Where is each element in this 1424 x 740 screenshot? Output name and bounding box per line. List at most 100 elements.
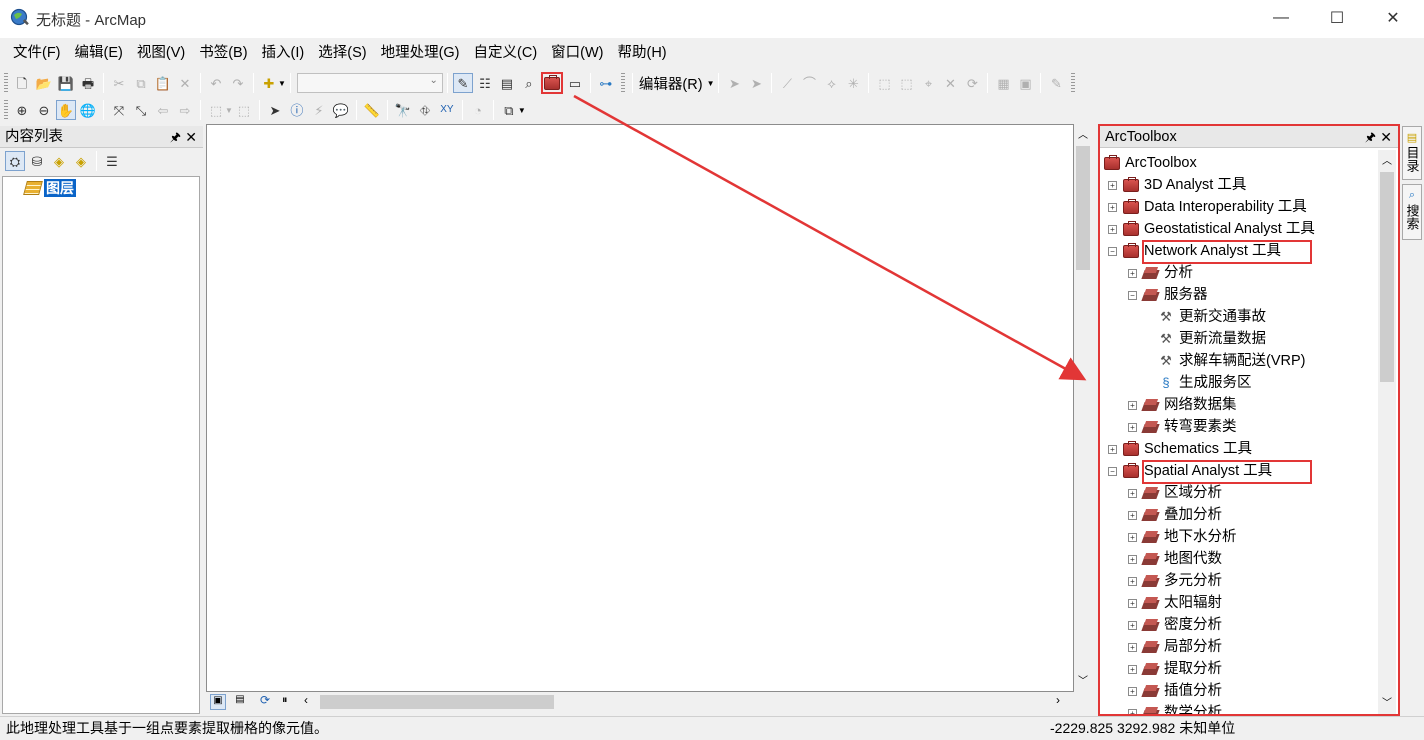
- toolset-item[interactable]: + 提取分析: [1128, 658, 1222, 680]
- identify-icon[interactable]: ⓘ: [287, 100, 307, 120]
- paste-icon[interactable]: 📋: [153, 73, 173, 93]
- rotate-icon[interactable]: ⟳: [962, 73, 982, 93]
- expand-icon[interactable]: +: [1108, 444, 1117, 454]
- modelbuilder-icon[interactable]: ⊶: [596, 73, 616, 93]
- scroll-down-icon[interactable]: ﹀: [1382, 694, 1392, 709]
- table-of-contents-icon[interactable]: ☷: [475, 73, 495, 93]
- expand-icon[interactable]: +: [1128, 576, 1137, 586]
- viewer-dropdown-icon[interactable]: ▼: [518, 106, 526, 115]
- split-icon[interactable]: ✕: [940, 73, 960, 93]
- edit-vertices-icon[interactable]: ⬚: [874, 73, 894, 93]
- maximize-button[interactable]: ☐: [1314, 0, 1360, 36]
- menu-geoprocessing[interactable]: 地理处理(G): [374, 41, 467, 65]
- add-data-dropdown-icon[interactable]: ▼: [278, 79, 286, 88]
- sketch-properties-icon[interactable]: ▣: [1015, 73, 1035, 93]
- clear-selection-icon[interactable]: ⬚: [234, 100, 254, 120]
- html-popup-icon[interactable]: 💬: [331, 100, 351, 120]
- time-slider-icon[interactable]: ◔: [468, 100, 488, 120]
- menu-customize[interactable]: 自定义(C): [467, 41, 545, 65]
- edit-tool-icon[interactable]: ➤: [724, 73, 744, 93]
- toolbar-grip[interactable]: [620, 73, 625, 93]
- map-scale-combo[interactable]: ⌄: [296, 73, 443, 93]
- menu-help[interactable]: 帮助(H): [611, 41, 674, 65]
- scroll-up-icon[interactable]: ︿: [1382, 152, 1392, 167]
- add-data-icon[interactable]: ✚: [259, 73, 279, 93]
- zoom-in-icon[interactable]: ⊕: [12, 100, 32, 120]
- zoom-out-icon[interactable]: ⊖: [34, 100, 54, 120]
- new-document-icon[interactable]: 🗋: [12, 73, 32, 93]
- toolset-item[interactable]: + 分析: [1128, 262, 1193, 284]
- scroll-down-icon[interactable]: ﹀: [1078, 672, 1088, 687]
- attributes-icon[interactable]: ▦: [993, 73, 1013, 93]
- toolset-item[interactable]: + 叠加分析: [1128, 504, 1222, 526]
- list-by-source-icon[interactable]: ⛁: [27, 151, 47, 171]
- cut-icon[interactable]: ✂: [109, 73, 129, 93]
- data-view-icon[interactable]: ▣: [210, 694, 226, 710]
- tool-item[interactable]: ⚒ 更新交通事故: [1158, 306, 1266, 328]
- toolbar-grip[interactable]: [1071, 73, 1076, 93]
- toolset-item[interactable]: + 网络数据集: [1128, 394, 1237, 416]
- minimize-button[interactable]: —: [1258, 0, 1304, 36]
- find-icon[interactable]: 🔭: [393, 100, 413, 120]
- menu-file[interactable]: 文件(F): [6, 41, 68, 65]
- menu-bookmarks[interactable]: 书签(B): [192, 41, 254, 65]
- expand-icon[interactable]: +: [1128, 642, 1137, 652]
- layers-data-frame[interactable]: 图层: [23, 179, 76, 197]
- options-icon[interactable]: ☰: [102, 151, 122, 171]
- tree-root[interactable]: ArcToolbox: [1104, 152, 1197, 174]
- menu-insert[interactable]: 插入(I): [255, 41, 312, 65]
- expand-icon[interactable]: +: [1108, 202, 1117, 212]
- expand-icon[interactable]: +: [1128, 268, 1137, 278]
- expand-icon[interactable]: +: [1128, 400, 1137, 410]
- fixed-zoom-in-icon[interactable]: ⤧: [109, 100, 129, 120]
- toolbox-item[interactable]: + Data Interoperability 工具: [1108, 196, 1307, 218]
- redo-icon[interactable]: ↷: [228, 73, 248, 93]
- tab-catalog[interactable]: ▤ 目录: [1402, 126, 1422, 180]
- toolset-item[interactable]: − 服务器: [1128, 284, 1208, 306]
- menu-selection[interactable]: 选择(S): [311, 41, 373, 65]
- open-folder-icon[interactable]: 📂: [34, 73, 54, 93]
- close-button[interactable]: ✕: [1370, 0, 1416, 36]
- point-icon[interactable]: ✳: [843, 73, 863, 93]
- reshape-icon[interactable]: ⬚: [896, 73, 916, 93]
- collapse-icon[interactable]: −: [1108, 466, 1117, 476]
- toolbox-item[interactable]: + Geostatistical Analyst 工具: [1108, 218, 1315, 240]
- tool-item[interactable]: ⚒ 求解车辆配送(VRP): [1158, 350, 1305, 372]
- hyperlink-icon[interactable]: ⚡: [309, 100, 329, 120]
- catalog-window-icon[interactable]: ▤: [497, 73, 517, 93]
- expand-icon[interactable]: +: [1128, 620, 1137, 630]
- map-display[interactable]: [206, 124, 1074, 692]
- go-forward-icon[interactable]: ⇨: [175, 100, 195, 120]
- cut-polygons-icon[interactable]: ⌖: [918, 73, 938, 93]
- map-horizontal-scrollbar[interactable]: ▣ ▤ ⟳ ⏸ ‹ ›: [206, 692, 1074, 712]
- expand-icon[interactable]: +: [1108, 180, 1117, 190]
- scroll-left-icon[interactable]: ‹: [304, 693, 308, 707]
- expand-icon[interactable]: +: [1128, 554, 1137, 564]
- select-features-icon[interactable]: ⬚: [206, 100, 226, 120]
- menu-window[interactable]: 窗口(W): [544, 41, 610, 65]
- tab-search[interactable]: ⌕ 搜索: [1402, 184, 1422, 240]
- toolset-item[interactable]: + 地下水分析: [1128, 526, 1237, 548]
- expand-icon[interactable]: +: [1128, 488, 1137, 498]
- select-dropdown-icon[interactable]: ▼: [225, 106, 233, 115]
- editor-toolbar-icon[interactable]: ✎: [452, 73, 473, 93]
- tool-item[interactable]: ⚒ 更新流量数据: [1158, 328, 1266, 350]
- toolset-item[interactable]: + 转弯要素类: [1128, 416, 1237, 438]
- menu-view[interactable]: 视图(V): [130, 41, 192, 65]
- go-back-icon[interactable]: ⇦: [153, 100, 173, 120]
- list-by-visibility-icon[interactable]: ◈: [49, 151, 69, 171]
- map-vertical-scrollbar[interactable]: ︿ ﹀: [1074, 124, 1092, 692]
- straight-segment-icon[interactable]: ⟋: [777, 73, 797, 93]
- select-elements-icon[interactable]: ➤: [265, 100, 285, 120]
- toolset-item[interactable]: + 插值分析: [1128, 680, 1222, 702]
- expand-icon[interactable]: +: [1128, 664, 1137, 674]
- pause-drawing-icon[interactable]: ⏸: [282, 694, 288, 707]
- full-extent-icon[interactable]: 🌐: [78, 100, 98, 120]
- toolset-item[interactable]: + 地图代数: [1128, 548, 1222, 570]
- expand-icon[interactable]: +: [1128, 422, 1137, 432]
- fixed-zoom-out-icon[interactable]: ⤡: [131, 100, 151, 120]
- toolbar-grip[interactable]: [4, 73, 8, 93]
- copy-icon[interactable]: ⧉: [131, 73, 151, 93]
- find-route-icon[interactable]: ⛗: [415, 100, 435, 120]
- toolset-item[interactable]: + 多元分析: [1128, 570, 1222, 592]
